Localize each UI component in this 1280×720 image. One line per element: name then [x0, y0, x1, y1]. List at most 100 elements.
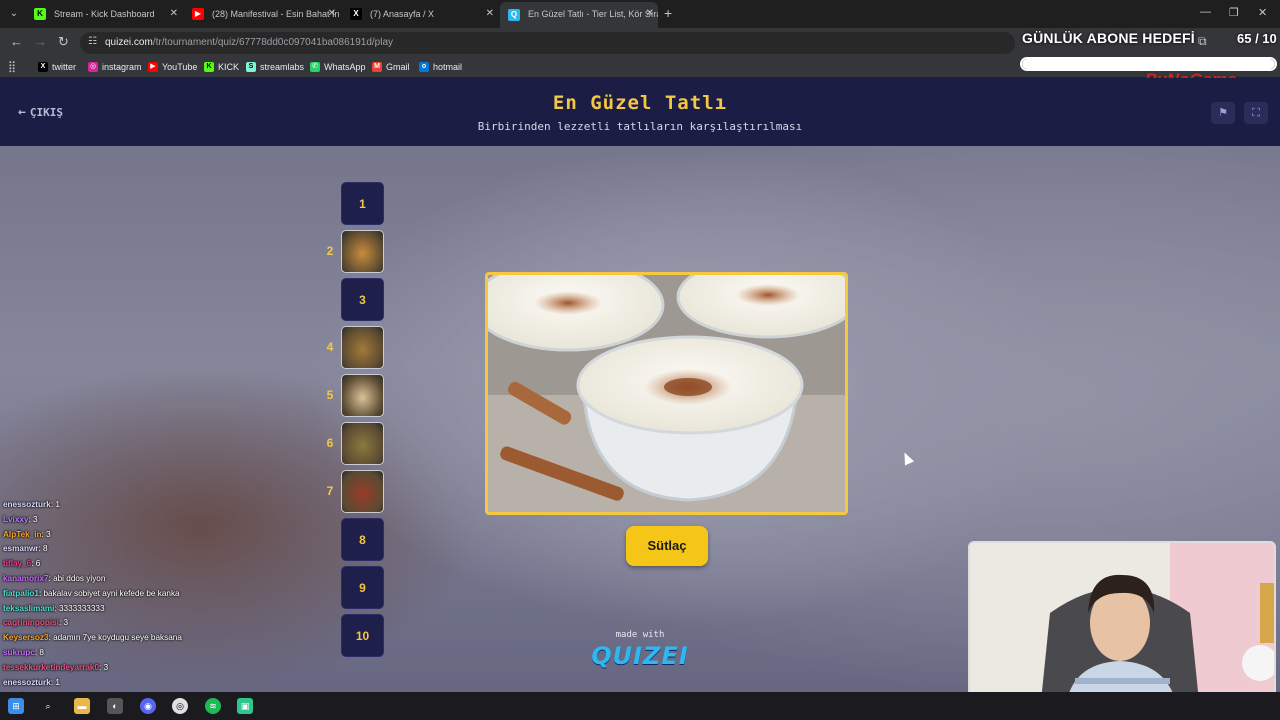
- chat-username[interactable]: sukrupc: [3, 648, 35, 657]
- restore-icon[interactable]: ❐: [1229, 6, 1239, 19]
- chat-message: Keysersoz3: adamın 7ye koydugu seye baks…: [3, 631, 273, 646]
- chat-message: Lvixxy: 3: [3, 513, 273, 528]
- url-text: quizei.com/tr/tournament/quiz/67778dd0c0…: [105, 37, 393, 48]
- streamlabs-icon[interactable]: ▣: [237, 698, 253, 714]
- apps-grid-icon[interactable]: ⣿: [8, 60, 16, 73]
- chat-username[interactable]: enessozturk: [3, 500, 51, 509]
- bookmark-instagram[interactable]: ◎ instagram: [88, 60, 142, 74]
- chat-username[interactable]: kanamorix7: [3, 574, 49, 583]
- slot-thumbnail: [342, 375, 383, 416]
- chat-message: tiflay_6: 6: [3, 557, 273, 572]
- bookmark-whatsapp[interactable]: ✆ WhatsApp: [310, 60, 366, 74]
- browser-tab-strip: ⌄ K Stream - Kick Dashboard ✕ ▶ (28) Man…: [0, 0, 1280, 28]
- chat-text: : 8: [38, 544, 48, 554]
- subscriber-goal-count: 65 / 10: [1237, 31, 1277, 46]
- report-flag-button[interactable]: ⚑: [1211, 102, 1235, 124]
- spotify-icon[interactable]: ≋: [205, 698, 221, 714]
- chat-username[interactable]: Keysersoz3: [3, 633, 49, 642]
- discord-icon[interactable]: ◉: [140, 698, 156, 714]
- chrome-icon[interactable]: ◎: [172, 698, 188, 714]
- youtube-icon: ▶: [192, 8, 204, 20]
- bookmark-label: YouTube: [162, 62, 198, 72]
- ranking-slot-8[interactable]: 8: [341, 518, 384, 561]
- current-item-choice-button[interactable]: Sütlaç: [626, 526, 708, 566]
- new-tab-plus-icon[interactable]: +: [664, 5, 672, 21]
- chat-text: : 3: [58, 618, 69, 628]
- bookmark-gmail[interactable]: M Gmail: [372, 60, 410, 74]
- chat-text: : 1: [50, 500, 60, 509]
- close-icon[interactable]: ✕: [486, 4, 494, 24]
- ranking-slot-6[interactable]: [341, 422, 384, 465]
- chat-username[interactable]: fiatpalio1: [3, 589, 39, 598]
- minimize-icon[interactable]: —: [1200, 6, 1211, 18]
- fullscreen-button[interactable]: ⛶: [1244, 102, 1268, 124]
- tab-search-icon[interactable]: ⌄: [6, 6, 22, 22]
- bookmark-streamlabs[interactable]: Sstreamlabs: [246, 60, 304, 74]
- chat-username[interactable]: Lvixxy: [3, 515, 29, 524]
- chat-username[interactable]: tiflay_6: [3, 559, 31, 568]
- bookmark-twitter[interactable]: Xtwitter: [38, 60, 76, 74]
- reload-icon[interactable]: ↻: [58, 34, 69, 50]
- address-bar[interactable]: ☷ quizei.com/tr/tournament/quiz/67778dd0…: [80, 32, 1015, 54]
- tab-youtube[interactable]: ▶ (28) Manifestival - Esin Bahat In ✕: [184, 4, 340, 24]
- ranking-slot-5[interactable]: [341, 374, 384, 417]
- ranking-slot-9[interactable]: 9: [341, 566, 384, 609]
- subscriber-goal-progress-bar: [1020, 57, 1277, 71]
- chat-username[interactable]: enessozturk: [3, 678, 51, 687]
- close-icon[interactable]: ✕: [328, 4, 336, 24]
- kick-icon: K: [34, 8, 46, 20]
- ranking-slot-3[interactable]: 3: [341, 278, 384, 321]
- slot-rank-number: 7: [326, 484, 334, 498]
- ranking-slot-4[interactable]: [341, 326, 384, 369]
- chat-message: tessekkurketindeyarrak0: 3: [3, 661, 273, 676]
- app-icon[interactable]: ◐: [107, 698, 123, 714]
- instagram-icon: ◎: [88, 62, 98, 72]
- chat-username[interactable]: tessekkurketindeyarrak0: [3, 663, 99, 672]
- close-icon[interactable]: ✕: [646, 2, 654, 26]
- flag-icon: ⚑: [1218, 107, 1228, 119]
- chat-username[interactable]: esmanwr: [3, 544, 39, 553]
- tab-title: (28) Manifestival - Esin Bahat In: [212, 9, 340, 19]
- outlook-icon: o: [419, 62, 429, 72]
- slot-rank-number: 2: [326, 244, 334, 258]
- chat-username[interactable]: AlpTek_in: [3, 530, 42, 539]
- ranking-slot-2[interactable]: [341, 230, 384, 273]
- back-arrow-icon[interactable]: ←: [10, 34, 23, 49]
- current-item-image: [485, 272, 848, 515]
- whatsapp-icon: ✆: [310, 62, 320, 72]
- bookmark-youtube[interactable]: ▶ YouTube: [148, 60, 197, 74]
- ranking-slot-7[interactable]: [341, 470, 384, 513]
- tab-title: (7) Anasayfa / X: [370, 9, 435, 19]
- streamer-webcam-image: [970, 543, 1274, 711]
- url-host: quizei.com: [105, 37, 153, 48]
- window-close-icon[interactable]: ✕: [1258, 6, 1267, 19]
- forward-arrow-icon[interactable]: →: [34, 34, 47, 49]
- subscriber-goal-title: GÜNLÜK ABONE HEDEFİ: [1022, 30, 1195, 46]
- ranking-slot-1[interactable]: 1: [341, 182, 384, 225]
- chat-username[interactable]: teksaslimami: [3, 604, 54, 613]
- extensions-icon[interactable]: ⧉: [1198, 34, 1207, 49]
- bookmark-hotmail[interactable]: o hotmail: [419, 60, 462, 74]
- chat-message: fiatpalio1: bakalav sobiyet ayni kefede …: [3, 587, 273, 602]
- tab-x[interactable]: X (7) Anasayfa / X ✕: [342, 4, 498, 24]
- slot-thumbnail: [342, 231, 383, 272]
- tab-quizei[interactable]: Q En Güzel Tatlı - Tier List, Kör Sıra ✕: [500, 2, 658, 28]
- file-explorer-icon[interactable]: ▬: [74, 698, 90, 714]
- close-icon[interactable]: ✕: [170, 4, 178, 24]
- search-icon[interactable]: ⌕: [40, 698, 56, 714]
- windows-start-icon[interactable]: ⊞: [8, 698, 24, 714]
- slot-rank-number: 5: [326, 388, 334, 402]
- chat-message: enessozturk: 1: [3, 498, 273, 513]
- quiz-title: En Güzel Tatlı: [552, 92, 728, 114]
- fullscreen-icon: ⛶: [1252, 107, 1260, 119]
- chat-username[interactable]: cagrininpopisi: [3, 618, 59, 627]
- site-info-icon[interactable]: ☷: [88, 36, 97, 47]
- slot-rank-number: 4: [326, 340, 334, 354]
- tab-kick-dashboard[interactable]: K Stream - Kick Dashboard ✕: [26, 4, 182, 24]
- chat-text: : 3: [28, 514, 38, 524]
- subscriber-goal-progress-fill: [1022, 59, 1275, 69]
- chat-text: : abi ddos yiyon: [48, 573, 106, 583]
- bookmark-kick[interactable]: K KICK: [204, 60, 239, 74]
- bookmark-label: KICK: [218, 62, 240, 72]
- chat-text: : 1: [50, 677, 60, 687]
